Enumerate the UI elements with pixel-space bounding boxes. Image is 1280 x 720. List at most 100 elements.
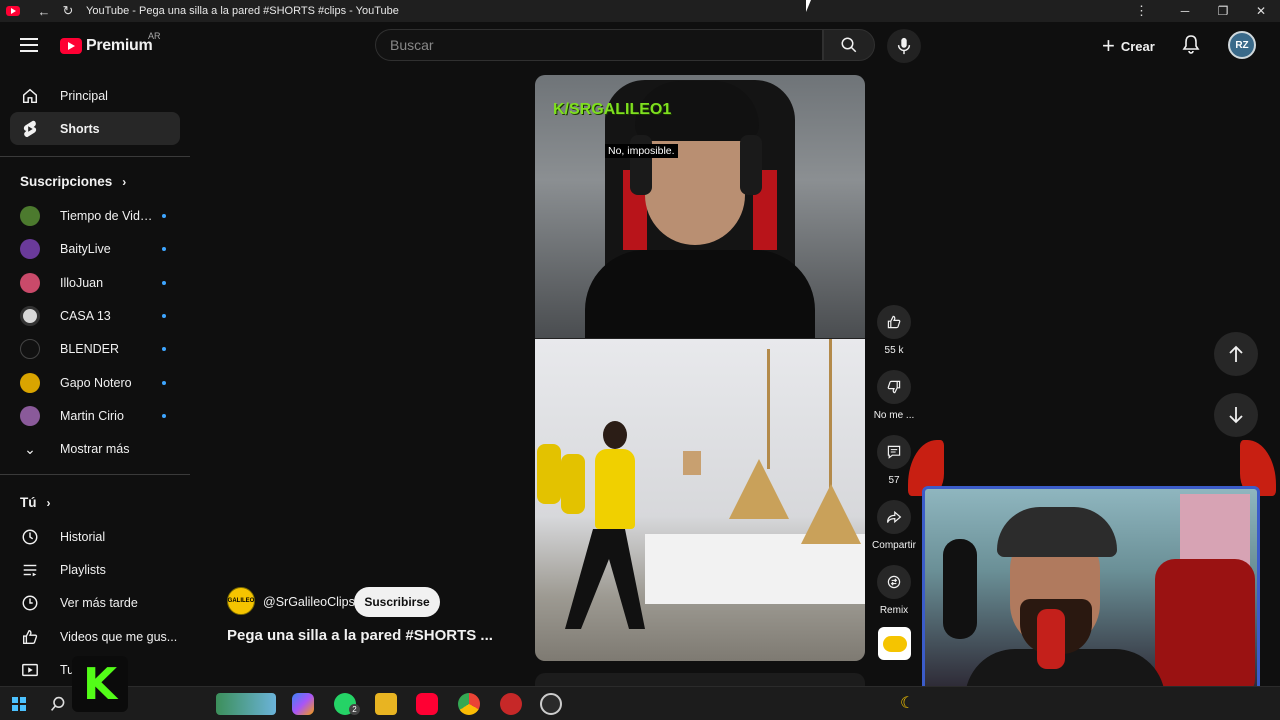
streamer-camera-frame: K/SRGALILEO1 No, imposible. xyxy=(535,75,865,338)
recorder-icon[interactable] xyxy=(500,693,522,715)
avatar xyxy=(20,338,40,359)
close-button[interactable]: ✕ xyxy=(1242,0,1280,22)
next-short-button[interactable] xyxy=(1214,393,1258,437)
windows-start-icon[interactable] xyxy=(12,697,26,711)
previous-short-button[interactable] xyxy=(1214,332,1258,376)
avatar xyxy=(20,405,40,426)
restore-button[interactable]: ❐ xyxy=(1204,0,1242,22)
avatar xyxy=(20,305,40,326)
audio-track-thumbnail[interactable] xyxy=(878,627,911,660)
person-legs xyxy=(565,529,645,629)
search-button[interactable] xyxy=(823,29,875,61)
night-mode-icon[interactable]: ☾ xyxy=(900,693,914,713)
notifications-bell-icon[interactable] xyxy=(1182,34,1200,59)
background-person xyxy=(537,444,561,504)
subscriptions-header[interactable]: Suscripciones › xyxy=(20,174,126,189)
search-input[interactable] xyxy=(376,30,822,60)
hamburger-menu-icon[interactable] xyxy=(20,38,38,52)
browser-titlebar: ← ↻ YouTube - Pega una silla a la pared … xyxy=(0,0,1280,22)
taskbar-search-icon[interactable] xyxy=(50,696,66,712)
remix-label: Remix xyxy=(879,605,909,616)
remix-icon xyxy=(877,565,911,599)
windows-taskbar: ☾ xyxy=(0,686,1280,720)
sidebar-item-label: Historial xyxy=(60,529,106,544)
channel-avatar[interactable]: GALILEO xyxy=(227,587,255,615)
youtube-premium-logo[interactable]: Premium AR xyxy=(60,31,161,55)
your-videos-icon xyxy=(20,660,40,680)
show-more-button[interactable]: ⌄ Mostrar más xyxy=(10,432,180,465)
subscription-name: Tiempo de Video... xyxy=(60,208,158,223)
chrome-icon[interactable] xyxy=(458,693,480,715)
back-icon[interactable]: ← xyxy=(32,4,56,19)
logo-text: Premium xyxy=(86,37,153,54)
divider xyxy=(0,474,190,475)
sidebar-subscription[interactable]: Martin Cirio xyxy=(10,399,180,432)
shirt xyxy=(585,250,815,338)
subscribe-button[interactable]: Suscribirse xyxy=(354,587,440,617)
plus-icon: + xyxy=(1102,33,1115,58)
gaming-chair xyxy=(1155,559,1255,695)
sidebar-item-label: Shorts xyxy=(60,121,100,136)
obs-icon[interactable] xyxy=(540,693,562,715)
new-content-dot xyxy=(162,213,166,218)
like-button[interactable]: 55 k xyxy=(872,305,916,356)
new-content-dot xyxy=(162,313,166,318)
sidebar-subscription[interactable]: BaityLive xyxy=(10,232,180,265)
broom-handle xyxy=(767,349,770,469)
share-button[interactable]: Compartir xyxy=(872,500,916,551)
next-short-preview[interactable] xyxy=(535,673,865,686)
subscription-name: Gapo Notero xyxy=(60,375,132,390)
window-title: YouTube - Pega una silla a la pared #SHO… xyxy=(86,5,399,17)
playlists-icon xyxy=(20,560,40,580)
sidebar-item-label: Videos que me gus... xyxy=(60,629,178,644)
background-person xyxy=(561,454,585,514)
reload-icon[interactable]: ↻ xyxy=(56,3,80,19)
person-head xyxy=(603,421,627,449)
create-label: Crear xyxy=(1120,38,1155,54)
shorts-icon xyxy=(20,119,40,139)
comment-icon xyxy=(877,435,911,469)
chevron-down-icon: ⌄ xyxy=(24,440,36,457)
video-caption: No, imposible. xyxy=(605,144,678,158)
search-box[interactable] xyxy=(375,29,823,61)
account-avatar[interactable]: RZ xyxy=(1228,31,1256,59)
youtube-app-icon[interactable] xyxy=(416,693,438,715)
short-title[interactable]: Pega una silla a la pared #SHORTS ... xyxy=(227,627,493,644)
dislike-button[interactable]: No me ... xyxy=(872,370,916,421)
minimize-button[interactable]: ─ xyxy=(1166,0,1204,22)
sidebar-subscription[interactable]: BLENDER xyxy=(10,332,180,365)
sidebar-item-watch-later[interactable]: Ver más tarde xyxy=(10,586,180,619)
sidebar-subscription[interactable]: CASA 13 xyxy=(10,299,180,332)
menu-dots-icon[interactable]: ⋮ xyxy=(1135,3,1148,19)
widgets-icon[interactable] xyxy=(216,693,276,715)
sidebar-subscription[interactable]: Gapo Notero xyxy=(10,366,180,399)
home-icon xyxy=(20,86,40,106)
sidebar-item-label: Principal xyxy=(60,88,108,103)
dislike-label: No me ... xyxy=(873,410,915,421)
sidebar-item-shorts[interactable]: Shorts xyxy=(10,112,180,145)
sidebar-item-playlists[interactable]: Playlists xyxy=(10,553,180,586)
you-header[interactable]: Tú › xyxy=(20,495,51,510)
short-video-player[interactable]: K/SRGALILEO1 No, imposible. xyxy=(535,75,865,661)
sidebar-item-principal[interactable]: Principal xyxy=(10,79,180,112)
broom xyxy=(729,459,789,519)
sidebar-item-historial[interactable]: Historial xyxy=(10,520,180,553)
create-button[interactable]: + Crear xyxy=(1102,32,1155,60)
audio-logo xyxy=(882,635,907,652)
copilot-icon[interactable] xyxy=(292,693,314,715)
sidebar-subscription[interactable]: IlloJuan xyxy=(10,266,180,299)
new-content-dot xyxy=(162,380,166,385)
thumbs-down-icon xyxy=(877,370,911,404)
voice-search-button[interactable] xyxy=(887,29,921,63)
file-explorer-icon[interactable] xyxy=(375,693,397,715)
channel-handle[interactable]: @SrGalileoClips xyxy=(263,595,355,609)
new-content-dot xyxy=(162,280,166,285)
wall-chair xyxy=(683,451,701,475)
subscriptions-title: Suscripciones xyxy=(20,174,113,189)
sidebar-item-liked-videos[interactable]: Videos que me gus... xyxy=(10,620,180,653)
share-icon xyxy=(877,500,911,534)
sidebar-subscription[interactable]: Tiempo de Video... xyxy=(10,199,180,232)
avatar xyxy=(20,372,40,393)
divider xyxy=(0,156,190,157)
remix-button[interactable]: Remix xyxy=(872,565,916,616)
